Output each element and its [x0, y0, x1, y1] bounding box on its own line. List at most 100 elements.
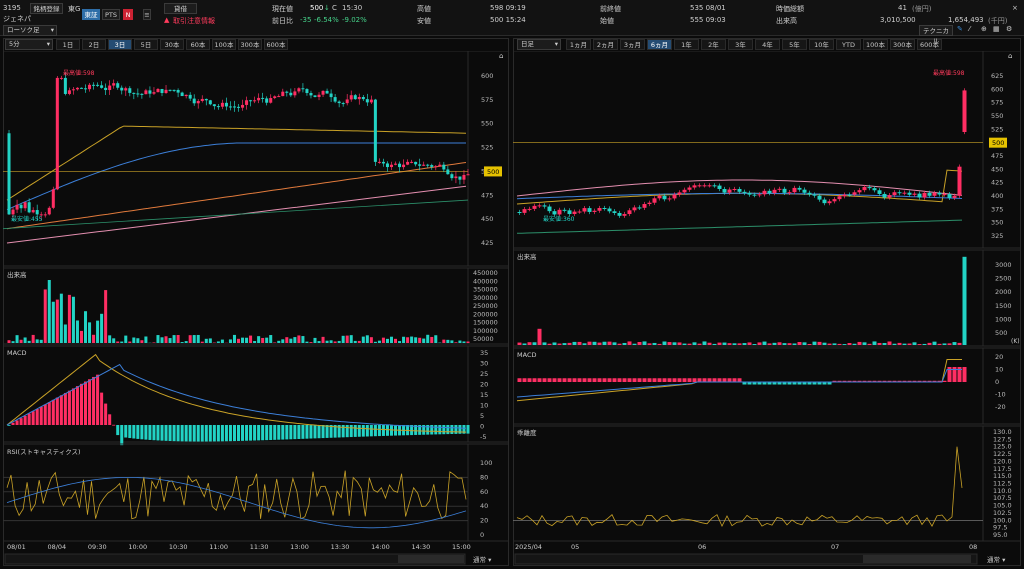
lock-icon-right[interactable]: ⌂: [1008, 52, 1012, 60]
candle: [337, 101, 341, 104]
left-range-tab-7[interactable]: 300本: [238, 39, 262, 50]
chart-type-select[interactable]: ローソク足 ▾: [3, 25, 57, 36]
macd-hist-bar: [176, 425, 180, 442]
macd-hist-bar: [273, 425, 277, 440]
register-button[interactable]: 銘柄登録: [30, 3, 63, 14]
volume-bar: [15, 335, 19, 343]
left-range-tab-8[interactable]: 600本: [264, 39, 288, 50]
zoom-icon[interactable]: ⊕: [981, 25, 987, 33]
low-label: 最安値:455: [11, 215, 43, 223]
right-range-tab-9[interactable]: 10年: [809, 39, 834, 50]
candle: [862, 187, 867, 191]
macd-hist-bar: [261, 425, 265, 441]
macd-hist-bar: [245, 425, 249, 441]
right-range-tab-0[interactable]: 1ヵ月: [566, 39, 591, 50]
signal-line: [6, 363, 467, 429]
interval-select[interactable]: 5分 ▾: [5, 39, 53, 50]
alert-text[interactable]: 取引注意情報: [173, 16, 215, 26]
right-range-tab-10[interactable]: YTD: [836, 39, 861, 50]
candle: [112, 83, 116, 86]
right-chart-canvas[interactable]: 625 600 575 550 525 500 475 450 425 400 375 350 325 最…: [513, 51, 1021, 566]
grid-icon[interactable]: ▦: [993, 25, 1000, 33]
macd-hist-bar: [148, 425, 152, 440]
left-range-tab-4[interactable]: 30本: [160, 39, 184, 50]
left-range-tab-6[interactable]: 100本: [212, 39, 236, 50]
technical-button[interactable]: テクニカル: [919, 25, 953, 45]
option-icon[interactable]: ≡: [143, 9, 151, 20]
rsi-tick: 0: [480, 531, 484, 539]
candle: [422, 164, 426, 166]
left-range-tab-0[interactable]: 1日: [56, 39, 80, 50]
right-range-tab-5[interactable]: 2年: [701, 39, 726, 50]
candle: [402, 164, 406, 168]
notice-button[interactable]: 貸借: [164, 3, 197, 14]
volume-bar: [837, 343, 842, 345]
volume-bar: [612, 342, 617, 345]
volume-bar: [567, 342, 572, 345]
volume-bar: [442, 339, 446, 343]
vol-title: 出来高: [517, 252, 537, 261]
volume-bar: [277, 340, 281, 343]
right-range-tab-11[interactable]: 100本: [863, 39, 888, 50]
volume-bar: [164, 336, 168, 343]
macd-tick: 10: [995, 366, 1003, 374]
panel-border: [513, 51, 1021, 249]
right-range-tab-6[interactable]: 3年: [728, 39, 753, 50]
volume-bar: [962, 256, 967, 345]
volume-bar: [27, 340, 31, 343]
volume-bar: [642, 341, 647, 345]
n-icon[interactable]: N: [123, 9, 133, 20]
candle: [92, 84, 96, 86]
daily-select[interactable]: 日足 ▾: [517, 39, 561, 50]
volume-bar: [802, 342, 807, 345]
lock-icon[interactable]: ⌂: [499, 52, 503, 60]
candle: [777, 188, 782, 190]
candle: [442, 164, 446, 170]
left-range-tab-1[interactable]: 2日: [82, 39, 106, 50]
macd-hist-bar: [454, 425, 458, 434]
volume-bar: [752, 344, 757, 345]
macd-hist-bar: [466, 425, 470, 434]
close-icon[interactable]: ×: [1012, 4, 1018, 12]
right-range-tab-1[interactable]: 2ヵ月: [593, 39, 618, 50]
draw-icon[interactable]: ✎: [957, 25, 963, 33]
rsi-tick: 20: [480, 517, 488, 525]
macd-hist-bar: [602, 378, 607, 382]
tse-button[interactable]: 東証: [82, 9, 100, 20]
candle: [837, 196, 842, 200]
macd-hist-bar: [281, 425, 285, 440]
low-value: 500 15:24: [490, 16, 526, 24]
volume-bar: [112, 338, 116, 343]
macd-hist-bar: [357, 425, 361, 437]
stock-name: ジェネパ: [3, 15, 31, 23]
price-tick: 575: [481, 96, 493, 104]
right-range-tab-7[interactable]: 4年: [755, 39, 780, 50]
candle: [236, 106, 241, 108]
right-range-tab-4[interactable]: 1年: [674, 39, 699, 50]
left-range-tab-5[interactable]: 60本: [186, 39, 210, 50]
candle: [160, 89, 164, 93]
volume-bar: [842, 344, 847, 345]
macd-tick: 0: [480, 423, 484, 431]
right-range-tab-3[interactable]: 6ヵ月: [647, 39, 672, 50]
macd-hist-bar: [450, 425, 454, 435]
volume-bar: [717, 342, 722, 345]
volume-bar: [168, 338, 172, 343]
candle: [152, 92, 156, 94]
right-range-tab-2[interactable]: 3ヵ月: [620, 39, 645, 50]
candle: [232, 106, 236, 108]
candle: [682, 189, 687, 193]
candle: [582, 208, 587, 212]
right-range-tab-12[interactable]: 300本: [890, 39, 915, 50]
line-icon[interactable]: ⁄: [969, 25, 970, 33]
macd-hist-bar: [297, 425, 301, 439]
right-range-tab-8[interactable]: 5年: [782, 39, 807, 50]
settings-icon[interactable]: ⚙: [1006, 25, 1012, 33]
time-label: 08/01: [7, 543, 26, 551]
left-range-tab-3[interactable]: 5日: [134, 39, 158, 50]
left-chart-canvas[interactable]: 600575550525500475450425最高値:598最安値:45550…: [3, 51, 509, 566]
pts-button[interactable]: PTS: [102, 9, 120, 20]
left-range-tab-2[interactable]: 3日: [108, 39, 132, 50]
macd-hist-bar: [144, 425, 148, 440]
current-price: 500: [310, 4, 324, 12]
